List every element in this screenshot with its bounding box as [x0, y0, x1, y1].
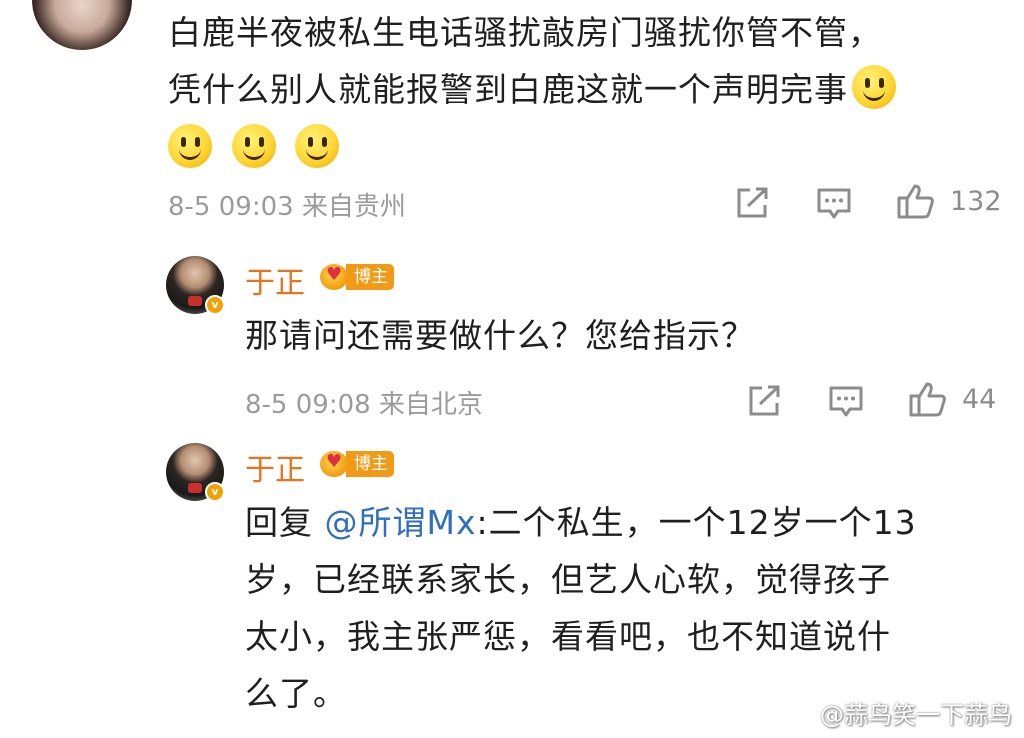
mention-link[interactable]: @所谓Mx [325, 503, 477, 542]
commenter-avatar[interactable] [32, 0, 132, 50]
thumbs-up-icon[interactable] [908, 380, 948, 418]
share-icon[interactable] [734, 186, 770, 220]
crown-icon [318, 262, 350, 292]
like-count: 44 [962, 384, 997, 415]
comment-icon[interactable] [828, 384, 864, 418]
comment-line-1: 白鹿半夜被私生电话骚扰敲房门骚扰你管不管， [168, 13, 882, 52]
crown-icon [318, 449, 350, 479]
smile-emoji [295, 124, 339, 168]
smile-emoji [168, 124, 212, 168]
reply-prefix: 回复 [245, 503, 313, 542]
author-name[interactable]: 于正 [245, 445, 305, 489]
badge-label: 博主 [346, 451, 394, 477]
blogger-badge: 博主 [318, 262, 394, 292]
author-name[interactable]: 于正 [245, 258, 305, 302]
comment-icon[interactable] [816, 186, 852, 220]
comment-line-2: 凭什么别人就能报警到白鹿这就一个声明完事 [168, 61, 1008, 118]
reply-text: 回复 @所谓Mx:二个私生，一个12岁一个13 岁，已经联系家长，但艺人心软，觉… [245, 494, 1015, 722]
verified-icon: v [205, 295, 225, 315]
verified-icon: v [205, 482, 225, 502]
smile-emoji [852, 65, 896, 109]
comment-text: 白鹿半夜被私生电话骚扰敲房门骚扰你管不管， 凭什么别人就能报警到白鹿这就一个声明… [168, 4, 1008, 177]
badge-label: 博主 [346, 264, 394, 290]
blogger-badge: 博主 [318, 449, 394, 479]
reply-line-2: 岁，已经联系家长，但艺人心软，觉得孩子 [245, 560, 891, 599]
share-icon[interactable] [746, 384, 782, 418]
comment-emoji-row [168, 118, 1008, 177]
thumbs-up-icon[interactable] [896, 182, 936, 220]
like-count: 132 [950, 186, 1002, 217]
watermark-text: @蒜鸟笑一下蒜鸟 [820, 701, 1012, 729]
weibo-watermark: @蒜鸟笑一下蒜鸟 [780, 695, 1012, 730]
reply-line-1: 回复 @所谓Mx:二个私生，一个12岁一个13 [245, 503, 917, 542]
smile-emoji [231, 124, 276, 168]
reply-text: 那请问还需要做什么？您给指示？ [245, 316, 755, 355]
comment-meta: 8-5 09:03 来自贵州 [168, 192, 406, 222]
reply-meta: 8-5 09:08 来自北京 [245, 390, 483, 420]
weibo-logo-icon [780, 701, 814, 726]
reply-line-3: 太小，我主张严惩，看看吧，也不知道说什 [245, 617, 891, 656]
